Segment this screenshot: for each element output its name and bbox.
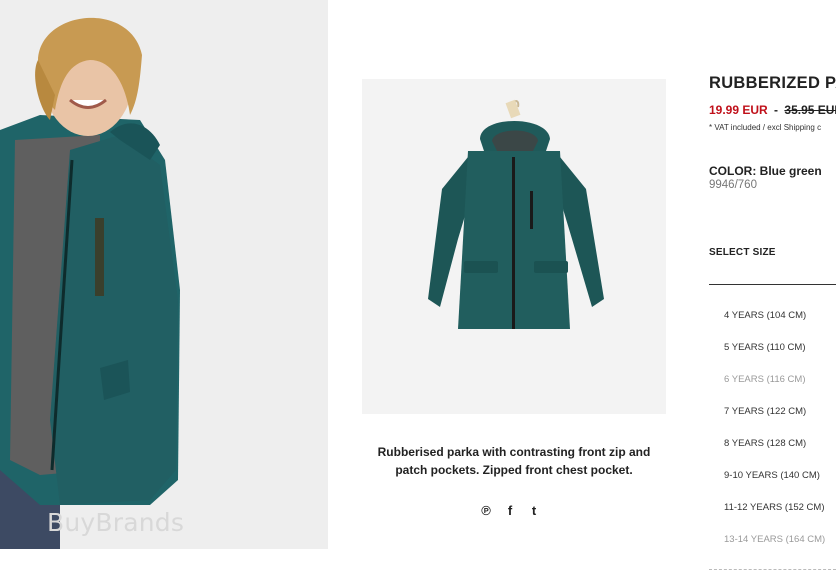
select-size-label: SELECT SIZE [709, 247, 776, 258]
facebook-icon[interactable]: f [504, 503, 516, 518]
product-title: RUBBERIZED PA [709, 74, 836, 92]
size-option[interactable]: 4 YEARS (104 CM) [724, 310, 825, 342]
price-separator: - [774, 103, 779, 117]
size-list: 4 YEARS (104 CM) 5 YEARS (110 CM) 6 YEAR… [724, 310, 825, 566]
product-reference: 9946/760 [709, 179, 757, 191]
tumblr-icon[interactable]: t [528, 503, 540, 518]
original-price: 35.95 EUR [784, 103, 836, 117]
size-divider [709, 284, 836, 285]
size-option-unavailable: 13-14 YEARS (164 CM) [724, 534, 826, 545]
price-row: 19.99 EUR - 35.95 EUR [709, 103, 836, 117]
color-label: COLOR: Blue green [709, 164, 822, 178]
vat-note: * VAT included / excl Shipping c [709, 123, 822, 132]
size-option[interactable]: 5 YEARS (110 CM) [724, 342, 825, 374]
product-description: Rubberised parka with contrasting front … [377, 445, 651, 477]
size-option[interactable]: 7 YEARS (122 CM) [724, 406, 825, 438]
bottom-divider [709, 569, 836, 571]
product-info-panel: RUBBERIZED PA 19.99 EUR - 35.95 EUR * VA… [709, 0, 836, 572]
size-option-unavailable: 6 YEARS (116 CM) [724, 374, 806, 385]
parka-illustration [428, 99, 604, 329]
sale-price: 19.99 EUR [709, 103, 768, 117]
pinterest-icon[interactable]: ℗ [480, 503, 492, 518]
size-option[interactable]: 9-10 YEARS (140 CM) [724, 470, 825, 502]
share-buttons: ℗ f t [480, 500, 560, 520]
size-option[interactable]: 11-12 YEARS (152 CM) [724, 502, 825, 534]
size-option[interactable]: 8 YEARS (128 CM) [724, 438, 825, 470]
model-photo: BuyBrands [0, 0, 328, 549]
watermark-text: BuyBrands [47, 508, 185, 537]
product-image[interactable] [362, 79, 666, 414]
model-illustration [0, 0, 328, 549]
